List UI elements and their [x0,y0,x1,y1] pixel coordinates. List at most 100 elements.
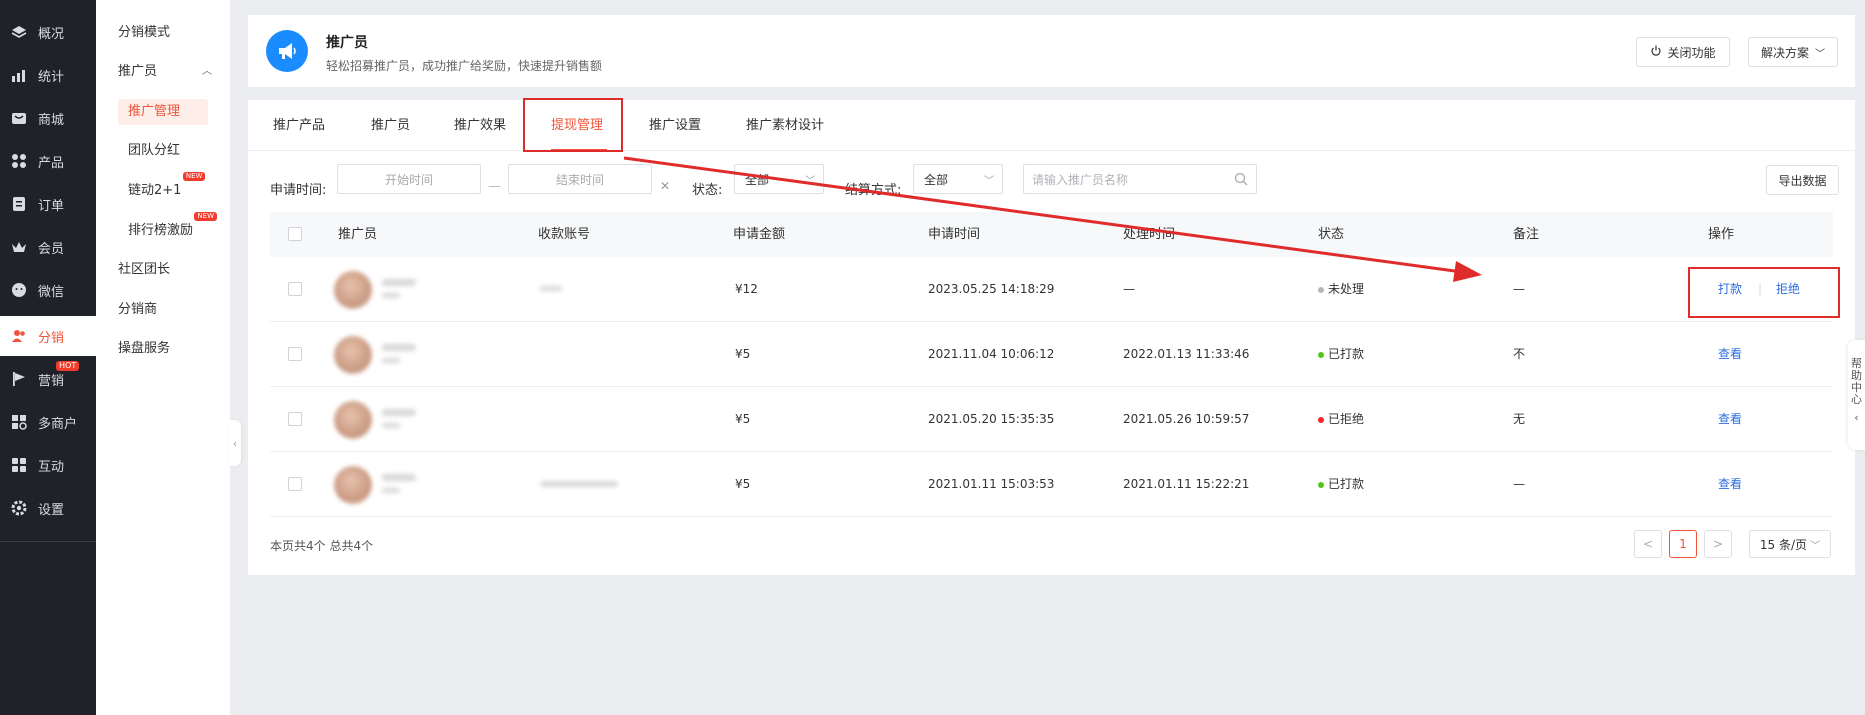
start-time-input[interactable]: 开始时间 [337,164,481,194]
nav-item-settings[interactable]: 设置 [0,488,96,528]
view-button[interactable]: 查看 [1718,387,1742,452]
page-size-value: 15 条/页 [1759,537,1808,552]
nav-label: 互动 [38,459,65,475]
select-all-checkbox[interactable] [288,227,302,241]
crown-icon [10,238,28,256]
chart-icon [10,66,28,84]
avatar [334,401,372,439]
status-text: 已打款 [1328,347,1365,361]
col-status: 状态 [1318,227,1345,242]
nav-item-multi-merchant[interactable]: 多商户 [0,402,96,442]
tab-bar: 推广产品 推广员 推广效果 提现管理 推广设置 推广素材设计 [248,100,1855,151]
subnav-promoter[interactable]: 推广员 ︿ [118,59,212,85]
row-checkbox[interactable] [288,477,302,491]
col-account: 收款账号 [538,227,591,242]
nav-item-member[interactable]: 会员 [0,227,96,267]
process-time-cell: 2022.01.13 11:33:46 [1123,347,1250,361]
blurred-id [382,423,400,428]
subnav-ranking-label: 排行榜激励 [128,223,194,238]
subnav-ranking-incentive[interactable]: 排行榜激励 NEW [118,212,218,244]
nav-item-product[interactable]: 产品 [0,141,96,181]
shop-icon [10,109,28,127]
gear-icon [10,499,28,517]
remark-cell: 无 [1513,412,1526,426]
apply-time-cell: 2021.11.04 10:06:12 [928,347,1055,361]
export-data-button[interactable]: 导出数据 [1766,165,1839,195]
page-1-button[interactable]: 1 [1669,530,1697,558]
settle-method-select[interactable]: 全部 ﹀ [913,164,1003,194]
blurred-id [382,293,400,298]
nav-item-interact[interactable]: 互动 [0,445,96,485]
subnav-distribution-mode[interactable]: 分销模式 [118,20,170,46]
nav-item-mall[interactable]: 商城 [0,98,96,138]
annotation-box-actions [1688,267,1840,318]
amount-cell: ¥5 [735,412,751,426]
help-center-tab[interactable]: 帮 助 中 心 ‹ [1848,340,1865,450]
subnav-operation-service[interactable]: 操盘服务 [118,336,170,362]
nav-divider [0,541,96,542]
subnav-team-bonus[interactable]: 团队分红 [118,138,190,164]
hot-badge: HOT [56,361,80,371]
status-dot [1318,481,1324,488]
promoter-search-input[interactable]: 请输入推广员名称 [1023,164,1257,194]
tab-promoters[interactable]: 推广员 [371,100,410,151]
tab-promotion-settings[interactable]: 推广设置 [649,100,701,151]
nav-item-overview[interactable]: 概况 [0,12,96,52]
row-checkbox[interactable] [288,347,302,361]
tab-promotion-effect[interactable]: 推广效果 [454,100,506,151]
nav-label: 订单 [38,198,65,214]
nav-label: 设置 [38,502,65,518]
row-checkbox[interactable] [288,282,302,296]
sub-sidebar: 分销模式 推广员 ︿ 推广管理 团队分红 链动2+1 NEW 排行榜激励 NEW… [96,0,230,715]
page-summary: 本页共4个 总共4个 [270,539,374,553]
status-select[interactable]: 全部 ﹀ [734,164,824,194]
subnav-chain-label: 链动2+1 [128,183,182,198]
amount-cell: ¥5 [735,347,751,361]
view-button[interactable]: 查看 [1718,322,1742,387]
page-size-select[interactable]: 15 条/页 ﹀ [1749,530,1831,558]
nav-label: 会员 [38,241,65,257]
process-time-cell: 2021.05.26 10:59:57 [1123,412,1250,426]
apply-time-cell: 2021.01.11 15:03:53 [928,477,1055,491]
solution-dropdown[interactable]: 解决方案 ﹀ [1748,37,1838,67]
process-time-cell: — [1123,282,1135,296]
close-feature-button[interactable]: 关闭功能 [1636,37,1730,67]
col-process-time: 处理时间 [1123,227,1176,242]
amount-cell: ¥12 [735,282,758,296]
status-cell: 已打款 [1318,322,1364,387]
nav-label: 商城 [38,112,65,128]
tab-promotion-products[interactable]: 推广产品 [273,100,325,151]
interact-icon [10,456,28,474]
remark-cell: — [1513,477,1525,491]
status-dot [1318,416,1324,423]
row-checkbox[interactable] [288,412,302,426]
prev-page-button[interactable]: < [1634,530,1662,558]
nav-label: 微信 [38,284,65,300]
nav-item-stats[interactable]: 统计 [0,55,96,95]
nav-item-distribution[interactable]: 分销 [0,316,96,356]
next-page-button[interactable]: > [1704,530,1732,558]
close-feature-label: 关闭功能 [1667,45,1716,60]
table-header: 推广员 收款账号 申请金额 申请时间 处理时间 状态 备注 操作 [270,212,1833,257]
end-time-input[interactable]: 结束时间 [508,164,652,194]
nav-item-order[interactable]: 订单 [0,184,96,224]
nav-label: 营销 [38,373,65,389]
status-dot [1318,286,1324,293]
search-placeholder: 请输入推广员名称 [1032,172,1129,187]
clear-date-icon[interactable]: ✕ [660,179,670,193]
nav-item-marketing[interactable]: 营销 HOT [0,359,96,399]
subnav-distributor[interactable]: 分销商 [118,297,157,323]
collapse-sidebar-handle[interactable]: ‹ [229,420,241,466]
tab-material-design[interactable]: 推广素材设计 [746,100,824,151]
view-button[interactable]: 查看 [1718,452,1742,517]
power-icon [1650,45,1662,60]
subnav-chain-2plus1[interactable]: 链动2+1 NEW [118,172,206,204]
subnav-promotion-management[interactable]: 推广管理 [118,99,208,125]
page-title: 推广员 [326,35,368,51]
subnav-community-leader[interactable]: 社区团长 [118,257,170,283]
settle-select-value: 全部 [924,172,949,187]
nav-item-wechat[interactable]: 微信 [0,270,96,310]
blurred-account [540,286,562,291]
avatar [334,336,372,374]
col-apply-time: 申请时间 [928,227,981,242]
